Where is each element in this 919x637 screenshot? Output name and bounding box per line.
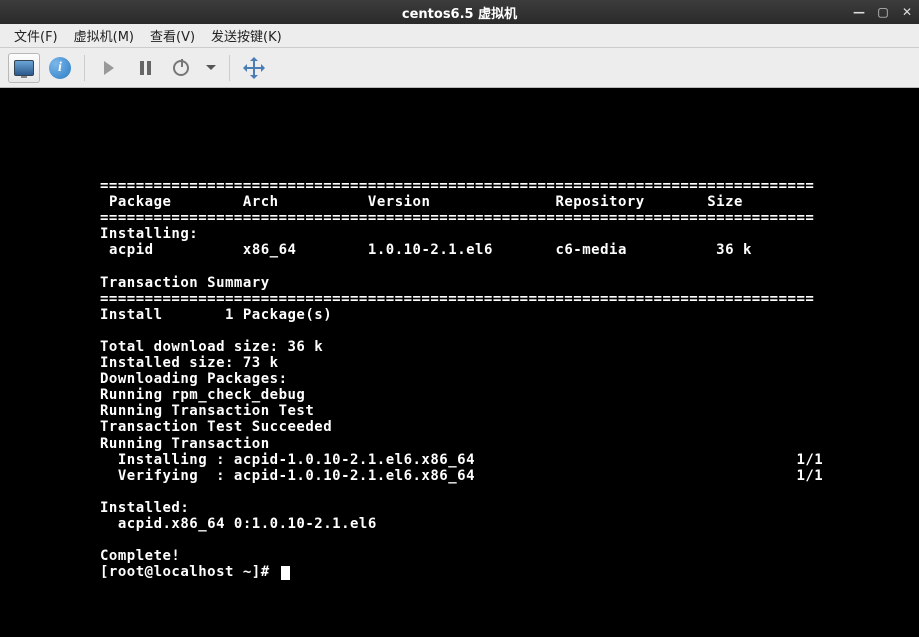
window-title: centos6.5 虚拟机 (402, 3, 517, 22)
menu-vm[interactable]: 虚拟机(M) (68, 24, 140, 47)
verifying-line: Verifying : acpid-1.0.10-2.1.el6.x86_64 (100, 468, 475, 484)
divider: ========================================… (100, 210, 814, 226)
pkg-repo: c6-media (555, 242, 626, 258)
cursor (281, 566, 290, 580)
menu-view[interactable]: 查看(V) (144, 24, 201, 47)
toolbar-separator-2 (229, 55, 230, 81)
installed-label: Installed: (100, 500, 189, 516)
toolbar: i (0, 48, 919, 88)
test-succeeded: Transaction Test Succeeded (100, 419, 332, 435)
complete: Complete! (100, 548, 180, 564)
divider: ========================================… (100, 291, 814, 307)
installing-line: Installing : acpid-1.0.10-2.1.el6.x86_64 (100, 452, 475, 468)
menu-bar: 文件(F) 虚拟机(M) 查看(V) 发送按键(K) (0, 24, 919, 48)
progress: 1/1 (796, 452, 823, 468)
play-button[interactable] (93, 53, 125, 83)
power-dropdown[interactable] (201, 53, 221, 83)
pause-icon (140, 61, 151, 75)
window-titlebar: centos6.5 虚拟机 — ▢ ✕ (0, 0, 919, 24)
col-repo: Repository (555, 194, 644, 210)
move-icon (245, 59, 263, 77)
shell-prompt: [root@localhost ~]# (100, 564, 279, 580)
installed-size: Installed size: 73 k (100, 355, 279, 371)
pause-button[interactable] (129, 53, 161, 83)
col-size: Size (707, 194, 743, 210)
install-count: Install 1 Package(s) (100, 307, 332, 323)
pkg-arch: x86_64 (243, 242, 297, 258)
total-download: Total download size: 36 k (100, 339, 323, 355)
chevron-down-icon (206, 65, 216, 70)
terminal-output[interactable]: ========================================… (0, 88, 919, 580)
maximize-button[interactable]: ▢ (875, 5, 891, 19)
console-button[interactable] (8, 53, 40, 83)
power-icon (173, 60, 189, 76)
col-arch: Arch (243, 194, 279, 210)
close-button[interactable]: ✕ (899, 5, 915, 19)
minimize-button[interactable]: — (851, 5, 867, 19)
pkg-version: 1.0.10-2.1.el6 (368, 242, 493, 258)
trans-summary: Transaction Summary (100, 275, 270, 291)
pkg-name: acpid (109, 242, 154, 258)
monitor-icon (14, 60, 34, 76)
power-button[interactable] (165, 53, 197, 83)
col-package: Package (109, 194, 172, 210)
installed-pkg: acpid.x86_64 0:1.0.10-2.1.el6 (100, 516, 377, 532)
divider: ========================================… (100, 178, 814, 194)
menu-file[interactable]: 文件(F) (8, 24, 64, 47)
info-button[interactable]: i (44, 53, 76, 83)
info-icon: i (49, 57, 71, 79)
play-icon (104, 61, 114, 75)
progress: 1/1 (796, 468, 823, 484)
fullscreen-button[interactable] (238, 53, 270, 83)
running-trans: Running Transaction (100, 436, 270, 452)
toolbar-separator (84, 55, 85, 81)
pkg-size: 36 k (716, 242, 752, 258)
trans-test: Running Transaction Test (100, 403, 314, 419)
section-installing: Installing: (100, 226, 198, 242)
rpm-check: Running rpm_check_debug (100, 387, 305, 403)
downloading: Downloading Packages: (100, 371, 288, 387)
menu-sendkey[interactable]: 发送按键(K) (205, 24, 288, 47)
col-version: Version (368, 194, 431, 210)
